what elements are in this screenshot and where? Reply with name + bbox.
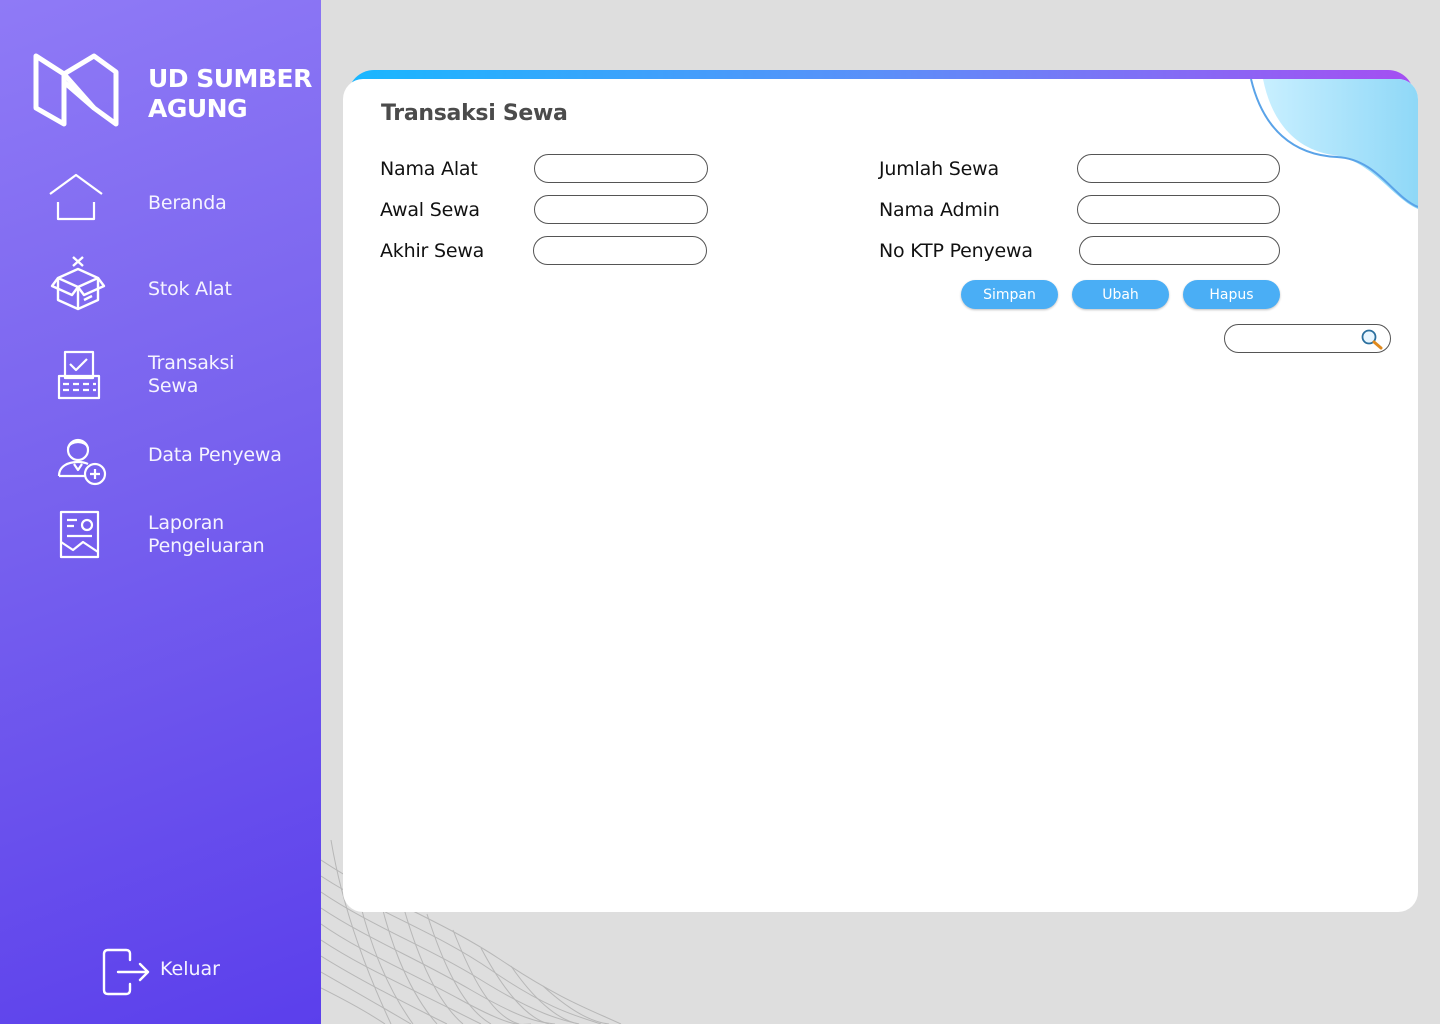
- sidebar-item-transaksi-sewa[interactable]: Transaksi Sewa: [0, 348, 321, 402]
- sidebar-item-label: Stok Alat: [148, 278, 232, 300]
- field-label-awal-sewa: Awal Sewa: [380, 199, 480, 221]
- sidebar-item-laporan-pengeluaran[interactable]: Laporan Pengeluaran: [0, 508, 321, 564]
- sidebar-item-beranda[interactable]: Beranda: [0, 170, 321, 226]
- box-icon: [50, 256, 106, 311]
- sidebar-item-label: Laporan Pengeluaran: [148, 512, 265, 557]
- sidebar-item-stok-alat[interactable]: Stok Alat: [0, 254, 321, 316]
- no-ktp-penyewa-input[interactable]: [1079, 236, 1280, 265]
- page-title: Transaksi Sewa: [381, 101, 568, 126]
- jumlah-sewa-input[interactable]: [1077, 154, 1280, 183]
- akhir-sewa-input[interactable]: [533, 236, 707, 265]
- field-label-nama-admin: Nama Admin: [879, 199, 1000, 221]
- receipt-icon: [57, 350, 101, 400]
- sidebar: UD SUMBER AGUNG Beranda Stok Alat Transa: [0, 0, 321, 1024]
- search-input[interactable]: [1235, 329, 1355, 349]
- transaction-form-card: Transaksi Sewa Nama Alat Awal Sewa Akhir…: [343, 79, 1418, 912]
- nama-admin-input[interactable]: [1077, 195, 1280, 224]
- sidebar-item-label: Data Penyewa: [148, 444, 282, 466]
- brand-logo-icon: [33, 53, 119, 127]
- search-icon[interactable]: [1360, 328, 1384, 350]
- home-icon: [49, 173, 103, 221]
- logout-label: Keluar: [160, 958, 220, 980]
- field-label-akhir-sewa: Akhir Sewa: [380, 240, 485, 262]
- logout-button[interactable]: Keluar: [100, 946, 260, 998]
- save-button[interactable]: Simpan: [961, 280, 1058, 309]
- edit-button[interactable]: Ubah: [1072, 280, 1169, 309]
- field-label-nama-alat: Nama Alat: [380, 158, 478, 180]
- awal-sewa-input[interactable]: [534, 195, 708, 224]
- user-add-icon: [57, 438, 107, 486]
- delete-button[interactable]: Hapus: [1183, 280, 1280, 309]
- brand-name: UD SUMBER AGUNG: [148, 64, 312, 123]
- logout-icon: [102, 948, 150, 996]
- search-box: [1224, 324, 1391, 353]
- sidebar-item-data-penyewa[interactable]: Data Penyewa: [0, 432, 321, 488]
- sidebar-item-label: Beranda: [148, 192, 227, 214]
- field-label-no-ktp-penyewa: No KTP Penyewa: [879, 240, 1033, 262]
- field-label-jumlah-sewa: Jumlah Sewa: [879, 158, 999, 180]
- nama-alat-input[interactable]: [534, 154, 708, 183]
- report-icon: [59, 510, 100, 559]
- sidebar-item-label: Transaksi Sewa: [148, 352, 235, 397]
